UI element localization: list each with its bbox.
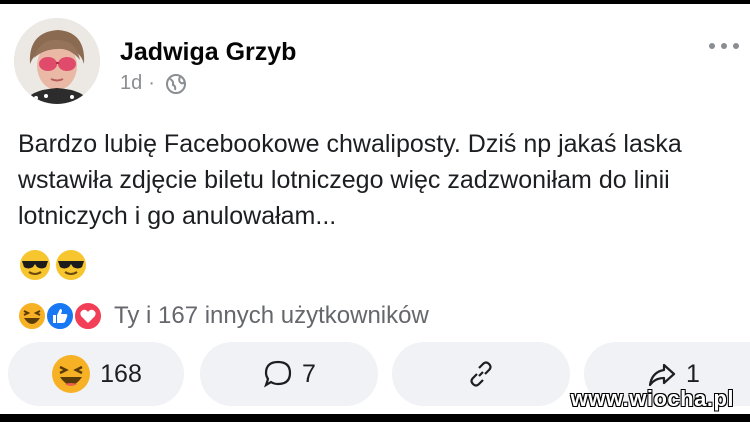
author-name[interactable]: Jadwiga Grzyb <box>120 38 296 67</box>
like-count: 168 <box>100 359 142 388</box>
globe-icon <box>165 73 186 94</box>
comment-count: 7 <box>302 359 316 388</box>
love-icon <box>73 301 103 331</box>
reactions-text[interactable]: Ty i 167 innych użytkowników <box>114 302 429 330</box>
meta-separator: · <box>148 72 155 94</box>
sunglasses-emoji-icon <box>56 250 86 280</box>
link-icon <box>470 361 492 387</box>
post-text: Bardzo lubię Facebookowe chwaliposty. Dz… <box>18 130 682 230</box>
more-options-icon[interactable] <box>704 34 744 58</box>
comment-icon <box>264 360 292 388</box>
reactions-summary[interactable]: Ty i 167 innych użytkowników <box>16 300 429 332</box>
sunglasses-emoji-icon <box>20 250 50 280</box>
avatar[interactable] <box>14 18 100 104</box>
post-emojis <box>18 248 88 282</box>
post-time[interactable]: 1d <box>120 72 142 95</box>
haha-reaction-icon <box>52 355 91 393</box>
share-count: 1 <box>686 359 700 388</box>
share-icon <box>648 363 676 387</box>
post-meta: 1d · <box>120 72 187 95</box>
like-button[interactable]: 168 <box>8 342 184 406</box>
watermark: www.wiocha.pl <box>570 386 734 411</box>
copy-link-button[interactable] <box>392 342 570 406</box>
post-card: Jadwiga Grzyb 1d · Bardzo lubię Facebook… <box>0 4 750 414</box>
comment-button[interactable]: 7 <box>200 342 378 406</box>
